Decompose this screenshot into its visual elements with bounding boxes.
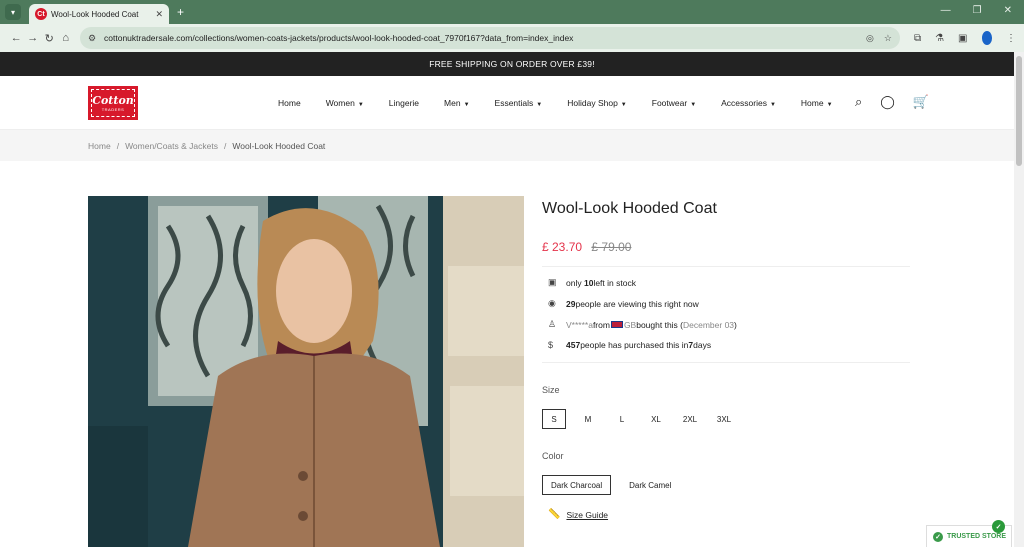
back-icon[interactable]: ← (8, 32, 24, 44)
breadcrumb: Home / Women/Coats & Jackets / Wool-Look… (0, 129, 1024, 161)
new-tab-icon[interactable]: + (177, 5, 184, 19)
size-option-s[interactable]: S (542, 409, 566, 429)
recent-purchase: ♙ V*****a from GB bought this (December … (548, 319, 737, 330)
shield-check-icon: ✓ (992, 520, 1005, 533)
minimize-icon[interactable]: — (941, 5, 951, 16)
stock-status: ▣ only 10 left in stock (548, 277, 636, 288)
size-option-3xl[interactable]: 3XL (712, 409, 736, 429)
caret-down-icon: ▼ (620, 101, 627, 108)
caret-down-icon: ▼ (826, 101, 833, 108)
site-header: Cotton TRADERS Home Women ▼ Lingerie Men ▼… (0, 76, 1024, 129)
divider (542, 362, 910, 363)
side-panel-icon[interactable]: ▣ (958, 33, 967, 44)
color-options: Dark Charcoal Dark Camel (542, 475, 910, 495)
page-scrollbar[interactable] (1014, 52, 1024, 547)
purchase-count: $ 457 people has purchased this in 7 day… (548, 340, 712, 350)
caret-down-icon: ▼ (357, 101, 364, 108)
divider (542, 266, 910, 267)
forward-icon[interactable]: → (24, 32, 40, 44)
product-title: Wool-Look Hooded Coat (542, 200, 717, 217)
viewers-status: ◉ 29 people are viewing this right now (548, 298, 699, 309)
size-options: S M L XL 2XL 3XL (542, 409, 910, 429)
nav-item[interactable]: Footwear ▼ (652, 98, 696, 108)
close-tab-icon[interactable]: ✕ (155, 9, 163, 20)
url-text[interactable]: cottonuktradersale.com/collections/women… (104, 33, 856, 43)
color-option-dark-charcoal[interactable]: Dark Charcoal (542, 475, 612, 495)
logo-subtext: TRADERS (101, 106, 125, 112)
size-guide: 📏 Size Guide (548, 509, 910, 520)
site-logo[interactable]: Cotton TRADERS (88, 85, 138, 120)
site-info-icon[interactable]: ⚙ (88, 33, 96, 44)
favicon: Ct (35, 8, 47, 20)
nav-item[interactable]: Holiday Shop ▼ (567, 98, 627, 108)
nav-item[interactable]: Lingerie (389, 98, 419, 108)
sale-price: £ 23.70 (542, 240, 583, 254)
nav-item[interactable]: Men ▼ (444, 98, 470, 108)
address-bar[interactable]: ⚙ cottonuktradersale.com/collections/wom… (79, 27, 900, 49)
color-label: Color (542, 451, 564, 461)
tab-search-icon[interactable]: ▾ (5, 4, 21, 20)
price-block: £ 23.70 £ 79.00 (542, 240, 910, 254)
breadcrumb-home[interactable]: Home (88, 141, 111, 151)
nav-item[interactable]: Essentials ▼ (495, 98, 543, 108)
browser-tab-bar: ▾ Ct Wool-Look Hooded Coat ✕ + — ❐ ✕ (0, 0, 1024, 24)
size-option-l[interactable]: L (610, 409, 634, 429)
coin-icon: $ (548, 340, 554, 350)
main-nav: Home Women ▼ Lingerie Men ▼ Essentials ▼ Ho… (278, 76, 858, 129)
check-icon: ✓ (933, 531, 943, 542)
scrollbar-thumb[interactable] (1016, 56, 1022, 166)
profile-avatar[interactable] (981, 31, 992, 45)
size-label: Size (542, 385, 560, 395)
bookmark-star-icon[interactable]: ☆ (884, 33, 892, 44)
extensions-icon[interactable]: ⧉ (914, 33, 921, 44)
search-icon[interactable]: ⌕ (855, 94, 862, 110)
labs-icon[interactable]: ⚗ (935, 33, 944, 44)
nav-item[interactable]: Home (278, 98, 301, 108)
size-guide-link[interactable]: Size Guide (566, 510, 608, 520)
account-icon[interactable]: ◯ (880, 94, 895, 110)
size-option-xl[interactable]: XL (644, 409, 668, 429)
announcement-bar: FREE SHIPPING ON ORDER OVER £39! (0, 52, 1024, 76)
caret-down-icon: ▼ (536, 101, 543, 108)
home-icon[interactable]: ⌂ (57, 32, 73, 44)
reload-icon[interactable]: ↻ (41, 32, 57, 45)
product-photo-illustration (88, 196, 524, 547)
menu-kebab-icon[interactable]: ⋮ (1006, 33, 1016, 44)
breadcrumb-separator: / (116, 140, 120, 151)
box-icon: ▣ (548, 277, 557, 287)
nav-item[interactable]: Accessories ▼ (721, 98, 776, 108)
original-price: £ 79.00 (591, 240, 632, 254)
browser-toolbar: ← → ↻ ⌂ ⚙ cottonuktradersale.com/collect… (0, 24, 1024, 52)
caret-down-icon: ▼ (463, 101, 470, 108)
nav-item[interactable]: Home ▼ (801, 98, 833, 108)
header-icons: ⌕ ◯ 🛒 (855, 94, 929, 110)
restore-icon[interactable]: ❐ (973, 5, 982, 16)
breadcrumb-category[interactable]: Women/Coats & Jackets (125, 141, 218, 151)
cart-icon[interactable]: 🛒 (913, 94, 929, 110)
size-option-2xl[interactable]: 2XL (678, 409, 702, 429)
product-info: Wool-Look Hooded Coat £ 23.70 £ 79.00 ▣ … (542, 196, 910, 520)
uk-flag-icon (610, 321, 623, 328)
eye-icon: ◉ (548, 298, 556, 308)
trusted-store-badge[interactable]: ✓ TRUSTED STORE ✓ (926, 520, 1012, 547)
color-option-dark-camel[interactable]: Dark Camel (621, 475, 679, 495)
tab-title: Wool-Look Hooded Coat (51, 9, 139, 19)
browser-tab[interactable]: Ct Wool-Look Hooded Coat ✕ (29, 4, 169, 24)
logo-text: Cotton (92, 93, 134, 107)
ruler-icon: 📏 (548, 509, 561, 520)
product-image[interactable] (88, 196, 524, 547)
caret-down-icon: ▼ (690, 101, 697, 108)
close-window-icon[interactable]: ✕ (1004, 5, 1012, 16)
caret-down-icon: ▼ (769, 101, 776, 108)
size-option-m[interactable]: M (576, 409, 600, 429)
window-controls: — ❐ ✕ (941, 5, 1012, 16)
eye-off-icon[interactable]: ◎ (866, 33, 874, 44)
breadcrumb-current: Wool-Look Hooded Coat (232, 140, 326, 151)
nav-item[interactable]: Women ▼ (326, 98, 364, 108)
breadcrumb-separator: / (223, 140, 227, 151)
user-icon: ♙ (548, 319, 557, 329)
